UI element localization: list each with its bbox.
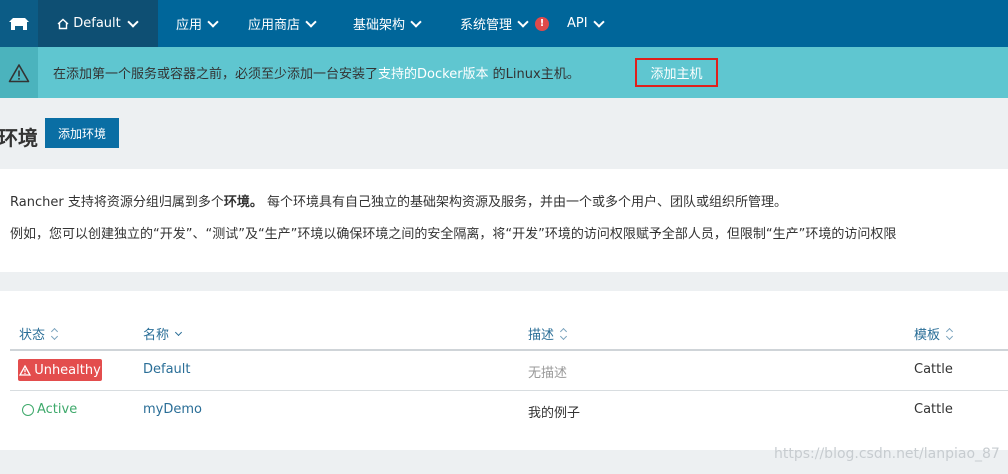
status-badge-unhealthy: Unhealthy [18,359,102,381]
nav-catalog[interactable]: 应用商店 [248,0,317,47]
status-badge-active: Active [22,402,77,417]
chevron-down-icon [592,15,605,28]
watermark: https://blog.csdn.net/lanpiao_87 [774,446,1000,462]
banner-icon-box [0,47,38,98]
nav-apps-label: 应用 [176,18,203,33]
environment-template: Cattle [914,362,953,377]
chevron-down-icon [305,15,317,28]
info-line-1-rest: 每个环境具有自己独立的基础架构资源及服务，并由一个或多个用户、团队或组织所管理。 [262,195,787,210]
banner-text-after: 的Linux主机。 [488,67,580,82]
nav-admin-label: 系统管理 [460,18,513,33]
column-header-status-label: 状态 [19,328,46,343]
column-header-name[interactable]: 名称 [143,324,183,343]
nav-catalog-label: 应用商店 [248,18,301,33]
top-navbar: Default 应用 应用商店 基础架构 系统管理 ! API [0,0,1008,47]
sort-desc-icon [175,328,183,340]
column-header-template[interactable]: 模板 [914,324,954,343]
column-header-template-label: 模板 [914,328,941,343]
nav-infrastructure[interactable]: 基础架构 [353,0,422,47]
info-line-1: Rancher 支持将资源分组归属到多个环境。 每个环境具有自己独立的基础架构资… [10,191,787,210]
sort-icon [51,328,59,340]
environment-switcher[interactable]: Default [38,0,158,47]
banner-message: 在添加第一个服务或容器之前，必须至少添加一台安装了支持的Docker版本 的Li… [53,63,580,82]
column-header-name-label: 名称 [143,328,170,343]
add-host-button[interactable]: 添加主机 [635,58,718,87]
column-header-status[interactable]: 状态 [19,324,59,343]
home-icon [57,18,69,29]
environment-name-link[interactable]: Default [143,362,191,377]
info-line-1-text: Rancher 支持将资源分组归属到多个 [10,195,224,210]
warning-icon [19,364,32,376]
environment-template: Cattle [914,402,953,417]
header-divider [10,349,1008,351]
docker-versions-link[interactable]: 支持的Docker版本 [378,67,489,82]
chevron-down-icon [127,15,139,28]
nav-api-label: API [567,16,588,31]
environment-name-link[interactable]: myDemo [143,402,202,417]
column-header-description[interactable]: 描述 [528,324,568,343]
status-label: Active [37,402,78,417]
circle-icon [22,403,34,416]
chevron-down-icon [410,15,422,28]
row-divider [10,390,1008,391]
add-environment-button[interactable]: 添加环境 [45,118,119,148]
page-title: 环境 [0,126,38,150]
nav-api[interactable]: API [567,0,605,47]
nav-infrastructure-label: 基础架构 [353,18,406,33]
warning-banner: 在添加第一个服务或容器之前，必须至少添加一台安装了支持的Docker版本 的Li… [0,47,1008,98]
rancher-logo[interactable] [0,0,38,47]
nav-apps[interactable]: 应用 [176,0,219,47]
chevron-down-icon [517,15,529,28]
chevron-down-icon [207,15,219,28]
environment-name: Default [73,16,121,31]
environment-description: 我的例子 [528,406,581,421]
environment-description: 无描述 [528,366,568,381]
info-line-1-bold: 环境。 [223,195,263,210]
nav-admin[interactable]: 系统管理 ! [460,0,550,47]
warning-icon [8,63,30,82]
sort-icon [946,328,954,340]
column-header-description-label: 描述 [528,328,555,343]
sort-icon [560,328,568,340]
info-line-2: 例如，您可以创建独立的“开发”、“测试”及“生产”环境以确保环境之间的安全隔离，… [10,227,897,242]
cow-logo-icon [9,17,29,30]
alert-badge: ! [535,16,550,31]
status-label: Unhealthy [34,362,101,378]
environments-table: 状态 名称 描述 模板 Unhealthy Default 无描述 Cattle… [0,291,1008,450]
info-panel: Rancher 支持将资源分组归属到多个环境。 每个环境具有自己独立的基础架构资… [0,169,1008,272]
banner-text-before: 在添加第一个服务或容器之前，必须至少添加一台安装了 [53,67,379,82]
